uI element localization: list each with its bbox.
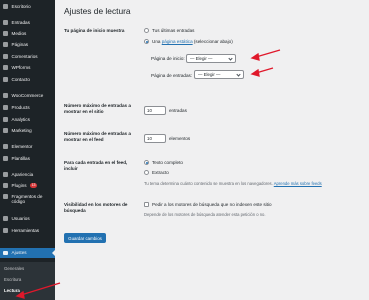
- code-icon: [3, 194, 8, 199]
- feed-description-text: Tu tema determina cuánto contenido se mu…: [144, 181, 273, 186]
- sidebar-item-apariencia[interactable]: Apariencia: [0, 170, 55, 179]
- static-page-prefix: Una: [152, 39, 161, 44]
- settings-submenu: Generales Escritura Lectura: [0, 262, 55, 300]
- megaphone-icon: [3, 128, 8, 133]
- static-page-label: Una página estática (seleccionar abajo): [152, 39, 233, 44]
- dashboard-icon: [3, 4, 8, 9]
- latest-posts-label: Tus últimas entradas: [152, 28, 195, 33]
- page-title: Ajustes de lectura: [64, 6, 131, 16]
- posts-per-feed-unit: elementos: [169, 136, 191, 141]
- wpforms-icon: [3, 65, 8, 70]
- posts-per-feed-label: Número máximo de entradas a mostrar en e…: [64, 131, 131, 143]
- static-page-link[interactable]: página estática: [162, 39, 193, 44]
- settings-main: Ajustes de lectura Tu página de inicio m…: [55, 0, 369, 300]
- posts-per-page-input[interactable]: 10: [144, 106, 166, 115]
- sidebar-item-plugins[interactable]: Plugins 13: [0, 181, 55, 190]
- submenu-lectura[interactable]: Lectura: [4, 288, 20, 293]
- analytics-icon: [3, 117, 8, 122]
- sidebar-item-fragmentos[interactable]: Fragmentos de código: [0, 193, 55, 207]
- visibility-label: Visibilidad en los motores de búsqueda: [64, 202, 128, 214]
- sidebar-item-plantillas[interactable]: Plantillas: [0, 154, 55, 163]
- posts-page-label: Página de entradas:: [151, 73, 193, 78]
- posts-per-page-unit: entradas: [169, 108, 187, 113]
- full-text-radio[interactable]: [144, 160, 149, 165]
- static-page-radio[interactable]: [144, 39, 149, 44]
- posts-page-select[interactable]: — Elegir —: [194, 70, 244, 79]
- media-icon: [3, 31, 8, 36]
- front-page-label: Página de inicio:: [151, 56, 185, 61]
- save-changes-button[interactable]: Guardar cambios: [64, 233, 106, 243]
- static-page-suffix: (seleccionar abajo): [193, 39, 233, 44]
- users-icon: [3, 216, 8, 221]
- sidebar-item-ajustes[interactable]: Ajustes: [0, 248, 55, 258]
- sidebar-item-escritorio[interactable]: Escritorio: [0, 2, 55, 11]
- feed-description: Tu tema determina cuánto contenido se mu…: [144, 181, 322, 186]
- discourage-indexing-label: Pedir a los motores de búsqueda que no i…: [152, 202, 272, 207]
- sidebar-item-elementor[interactable]: Elementor: [0, 142, 55, 151]
- templates-icon: [3, 156, 8, 161]
- page-icon: [3, 42, 8, 47]
- settings-icon: [3, 250, 8, 256]
- posts-page-select-value: — Elegir —: [198, 72, 221, 77]
- sidebar-item-herramientas[interactable]: Herramientas: [0, 226, 55, 235]
- posts-per-feed-input[interactable]: 10: [144, 134, 166, 143]
- sidebar-item-medios[interactable]: Medios: [0, 29, 55, 38]
- comment-icon: [3, 54, 8, 59]
- front-page-select[interactable]: — Elegir —: [186, 54, 236, 63]
- latest-posts-radio[interactable]: [144, 28, 149, 33]
- tools-icon: [3, 228, 8, 233]
- full-text-label: Texto completo: [152, 160, 183, 165]
- excerpt-label: Extracto: [152, 170, 169, 175]
- sidebar-item-marketing[interactable]: Marketing: [0, 126, 55, 135]
- sidebar-item-analytics[interactable]: Analytics: [0, 115, 55, 124]
- submenu-generales[interactable]: Generales: [4, 266, 24, 271]
- brush-icon: [3, 172, 8, 177]
- woocommerce-icon: [3, 93, 8, 98]
- sidebar-item-contacto[interactable]: Contacto: [0, 75, 55, 84]
- homepage-label: Tu página de inicio muestra: [64, 28, 125, 33]
- excerpt-radio[interactable]: [144, 170, 149, 175]
- front-page-select-value: — Elegir —: [190, 56, 213, 61]
- mail-icon: [3, 77, 8, 82]
- plugin-icon: [3, 183, 8, 188]
- discourage-indexing-checkbox[interactable]: [144, 202, 149, 207]
- feeds-learn-more-link[interactable]: Aprende más sobre feeds: [274, 181, 322, 186]
- sidebar-item-products[interactable]: Products: [0, 103, 55, 112]
- sidebar-item-entradas[interactable]: Entradas: [0, 18, 55, 27]
- chevron-down-icon: [236, 72, 241, 77]
- feed-content-label: Para cada entrada en el feed, incluir: [64, 160, 128, 172]
- elementor-icon: [3, 144, 8, 149]
- sidebar-item-paginas[interactable]: Páginas: [0, 40, 55, 49]
- sidebar-item-woocommerce[interactable]: WooCommerce: [0, 91, 55, 100]
- chevron-down-icon: [228, 56, 233, 61]
- posts-per-page-label: Número máximo de entradas a mostrar en e…: [64, 103, 131, 115]
- update-count-badge: 13: [29, 183, 38, 188]
- submenu-escritura[interactable]: Escritura: [4, 277, 21, 282]
- sidebar-item-usuarios[interactable]: Usuarios: [0, 214, 55, 223]
- sidebar-item-comentarios[interactable]: Comentarios: [0, 52, 55, 61]
- admin-sidebar: Escritorio Entradas Medios Páginas Comen…: [0, 0, 55, 300]
- sidebar-item-wpforms[interactable]: WPforms: [0, 63, 55, 72]
- pin-icon: [3, 20, 8, 25]
- visibility-description: Depende de los motores de búsqueda atend…: [144, 212, 266, 217]
- products-icon: [3, 105, 8, 110]
